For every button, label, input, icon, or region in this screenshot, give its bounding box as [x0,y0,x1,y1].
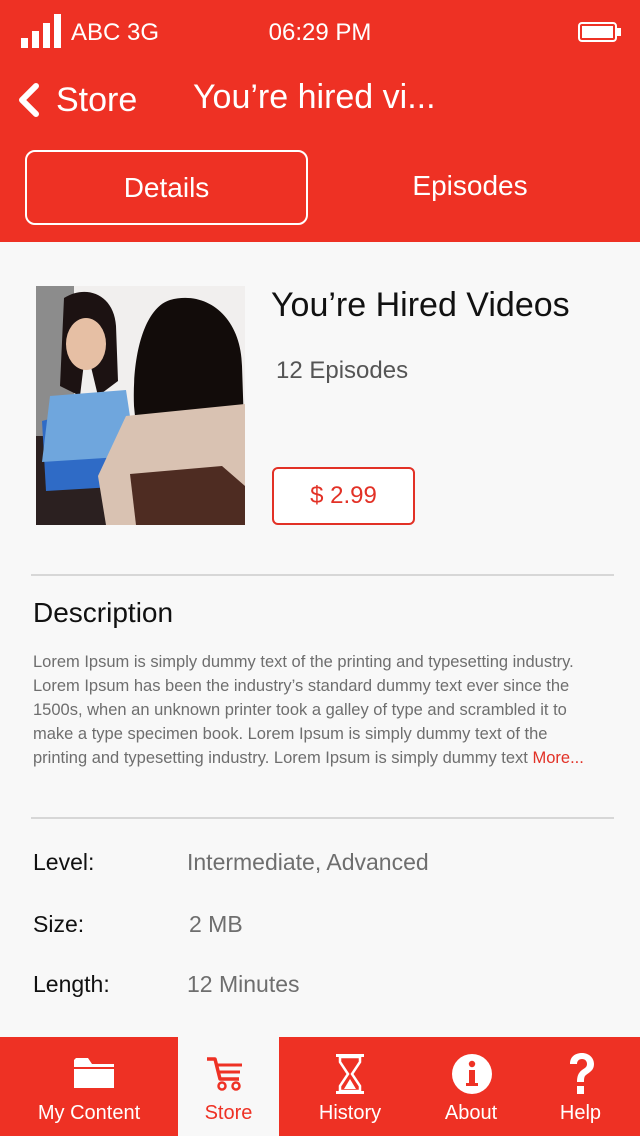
tab-label: Help [559,1102,602,1124]
back-button[interactable]: Store [14,76,137,124]
size-label: Size: [33,911,85,937]
size-value: 2 MB [189,911,243,937]
hourglass-icon [336,1054,364,1094]
description-heading: Description [33,597,174,628]
tab-my-content[interactable]: My Content [0,1037,178,1136]
divider [31,574,614,576]
tab-bar: My Content Store History About Help [0,1037,640,1136]
tab-label: Store [204,1102,253,1124]
chevron-left-icon [19,83,39,117]
app-header: ABC 3G 06:29 PM Store You’re hired vi...… [0,0,640,242]
buy-price-button[interactable]: $ 2.99 [272,467,415,525]
tab-episodes[interactable]: Episodes [320,148,620,223]
tab-label: About [444,1102,498,1124]
product-thumbnail [36,286,245,525]
level-value: Intermediate, Advanced [187,849,429,875]
length-label: Length: [33,971,110,997]
battery-icon [578,22,621,42]
status-bar: ABC 3G 06:29 PM [0,0,640,64]
description-text: Lorem Ipsum is simply dummy text of the … [33,650,603,770]
page-title: You’re hired vi... [193,78,436,116]
length-value: 12 Minutes [187,971,300,997]
tab-details[interactable]: Details [25,150,308,225]
tab-label: My Content [37,1102,141,1124]
navigation-bar: Store You’re hired vi... [0,64,640,140]
tab-help[interactable]: Help [521,1037,640,1136]
tab-about[interactable]: About [421,1037,521,1136]
cart-icon [207,1057,242,1091]
tab-store[interactable]: Store [178,1037,279,1136]
level-label: Level: [33,849,95,875]
info-icon [452,1054,492,1094]
episode-count: 12 Episodes [276,357,409,384]
interview-photo [36,286,245,525]
more-link[interactable]: More... [532,749,583,767]
back-label: Store [56,80,138,119]
status-time: 06:29 PM [268,19,372,46]
product-title: You’re Hired Videos [271,286,570,324]
folder-icon [74,1058,114,1088]
description-body: Lorem Ipsum is simply dummy text of the … [33,653,574,767]
tab-history[interactable]: History [279,1037,421,1136]
divider [31,817,614,819]
question-icon [570,1053,594,1094]
tab-label: History [318,1102,382,1124]
